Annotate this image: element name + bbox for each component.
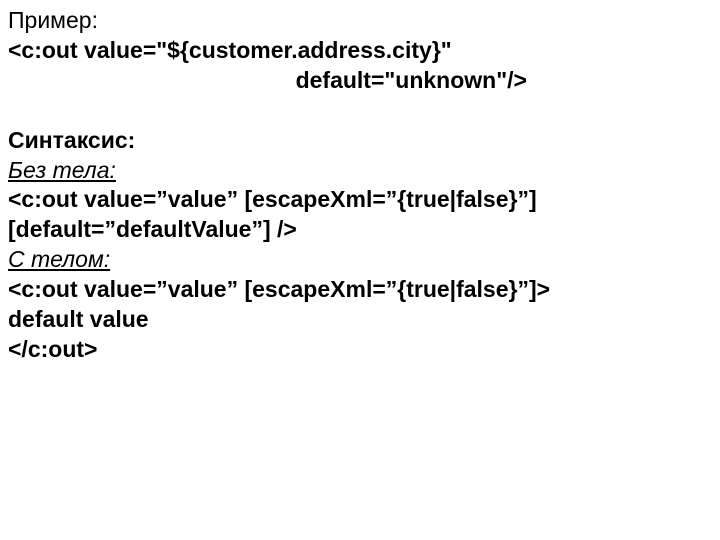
- syntax-withbody-code-1: <c:out value=”value” [escapeXml=”{true|f…: [8, 275, 712, 305]
- example-label: Пример:: [8, 6, 712, 36]
- indent-spacer: [8, 67, 296, 93]
- syntax-withbody-code-2: default value: [8, 305, 712, 335]
- syntax-nobody-code-2: [default=”defaultValue”] />: [8, 215, 712, 245]
- syntax-withbody-code-3: </c:out>: [8, 335, 712, 365]
- syntax-label: Синтаксис:: [8, 126, 712, 156]
- syntax-nobody-code-1: <c:out value=”value” [escapeXml=”{true|f…: [8, 185, 712, 215]
- example-code-line-2: default="unknown"/>: [8, 66, 712, 96]
- example-code-line-1: <c:out value="${customer.address.city}": [8, 36, 712, 66]
- document-body: Пример: <c:out value="${customer.address…: [0, 0, 720, 371]
- syntax-withbody-label: С телом:: [8, 245, 712, 275]
- example-code-line-2-text: default="unknown"/>: [296, 67, 527, 93]
- blank-line: [8, 96, 712, 126]
- syntax-nobody-label: Без тела:: [8, 156, 712, 186]
